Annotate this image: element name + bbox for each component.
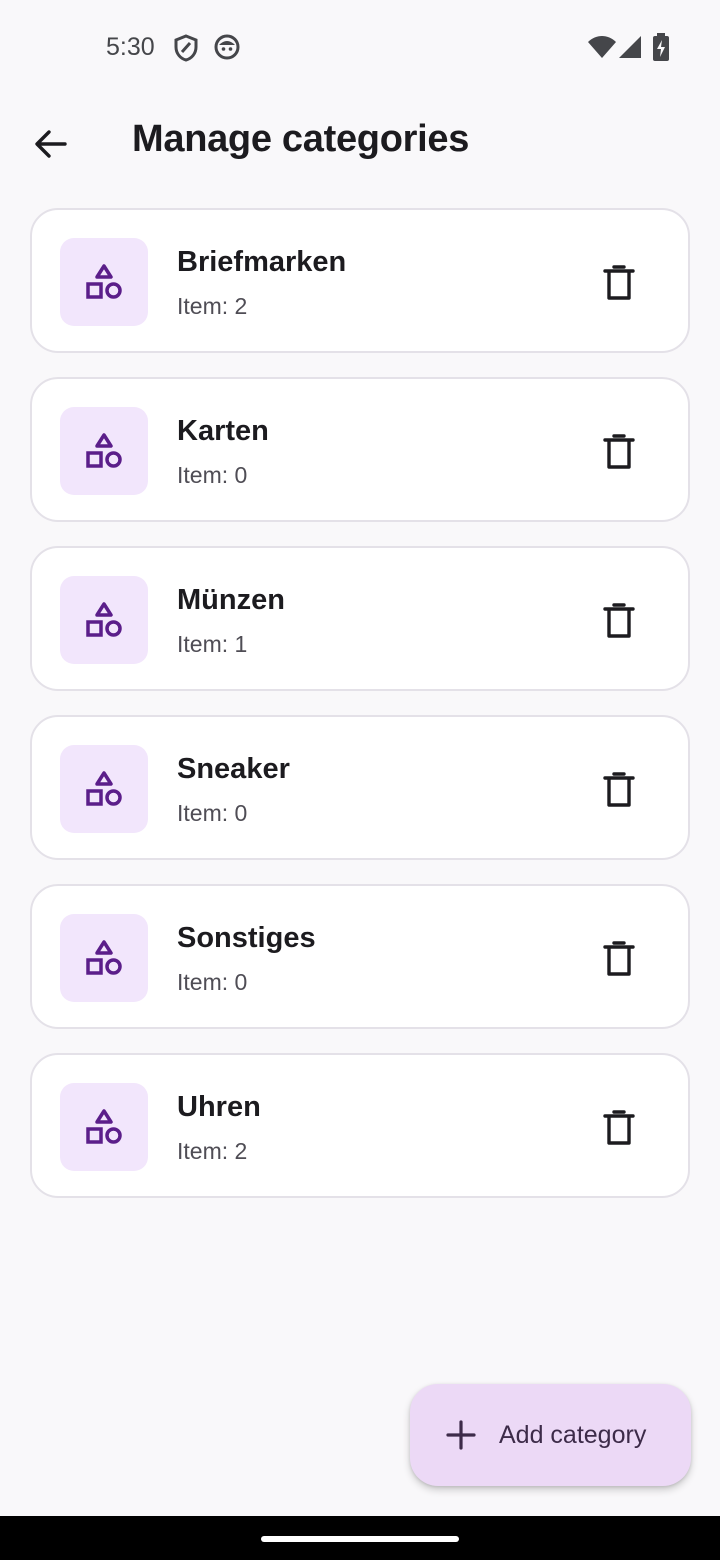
delete-category-button[interactable] (590, 930, 648, 988)
android-face-icon (214, 34, 240, 60)
battery-charging-icon (653, 33, 669, 61)
manage-categories-screen: 5:30 Manage categories Briefmarken Item:… (0, 0, 720, 1560)
category-name: Sonstiges (177, 922, 316, 954)
trash-icon (603, 1110, 635, 1145)
category-name: Münzen (177, 584, 285, 616)
delete-category-button[interactable] (590, 592, 648, 650)
delete-category-button[interactable] (590, 1099, 648, 1157)
category-shapes-icon (86, 602, 122, 637)
category-avatar (60, 576, 148, 664)
shield-icon (174, 34, 198, 62)
status-time: 5:30 (106, 33, 155, 61)
wifi-icon (588, 36, 616, 58)
category-item-uhren[interactable]: Uhren Item: 2 (30, 1053, 690, 1198)
add-category-button[interactable]: Add category (410, 1384, 691, 1486)
category-item-count: Item: 1 (177, 631, 248, 657)
category-shapes-icon (86, 1109, 122, 1144)
trash-icon (603, 434, 635, 469)
category-item-karten[interactable]: Karten Item: 0 (30, 377, 690, 522)
category-item-count: Item: 0 (177, 969, 248, 995)
category-item-count: Item: 0 (177, 462, 248, 488)
plus-icon (446, 1420, 476, 1450)
top-app-bar: Manage categories (0, 96, 720, 186)
category-shapes-icon (86, 264, 122, 299)
arrow-back-icon (35, 130, 67, 158)
category-avatar (60, 238, 148, 326)
category-avatar (60, 1083, 148, 1171)
category-item-muenzen[interactable]: Münzen Item: 1 (30, 546, 690, 691)
trash-icon (603, 265, 635, 300)
category-name: Briefmarken (177, 246, 347, 278)
home-gesture-handle[interactable] (261, 1536, 459, 1542)
category-item-count: Item: 2 (177, 293, 248, 319)
delete-category-button[interactable] (590, 761, 648, 819)
status-bar: 5:30 (0, 0, 720, 96)
system-navigation-bar (0, 1516, 720, 1560)
delete-category-button[interactable] (590, 423, 648, 481)
page-title: Manage categories (132, 118, 470, 160)
category-avatar (60, 914, 148, 1002)
delete-category-button[interactable] (590, 254, 648, 312)
trash-icon (603, 941, 635, 976)
trash-icon (603, 772, 635, 807)
trash-icon (603, 603, 635, 638)
category-name: Karten (177, 415, 269, 447)
category-item-sonstiges[interactable]: Sonstiges Item: 0 (30, 884, 690, 1029)
category-shapes-icon (86, 433, 122, 468)
category-avatar (60, 745, 148, 833)
back-button[interactable] (22, 115, 80, 173)
category-item-count: Item: 0 (177, 800, 248, 826)
category-name: Uhren (177, 1091, 261, 1123)
category-item-briefmarken[interactable]: Briefmarken Item: 2 (30, 208, 690, 353)
category-name: Sneaker (177, 753, 290, 785)
category-avatar (60, 407, 148, 495)
add-category-label: Add category (499, 1421, 647, 1449)
category-shapes-icon (86, 940, 122, 975)
signal-icon (619, 36, 641, 58)
category-shapes-icon (86, 771, 122, 806)
category-list: Briefmarken Item: 2 Karten Item: 0 Münze… (30, 208, 690, 1222)
category-item-count: Item: 2 (177, 1138, 248, 1164)
category-item-sneaker[interactable]: Sneaker Item: 0 (30, 715, 690, 860)
